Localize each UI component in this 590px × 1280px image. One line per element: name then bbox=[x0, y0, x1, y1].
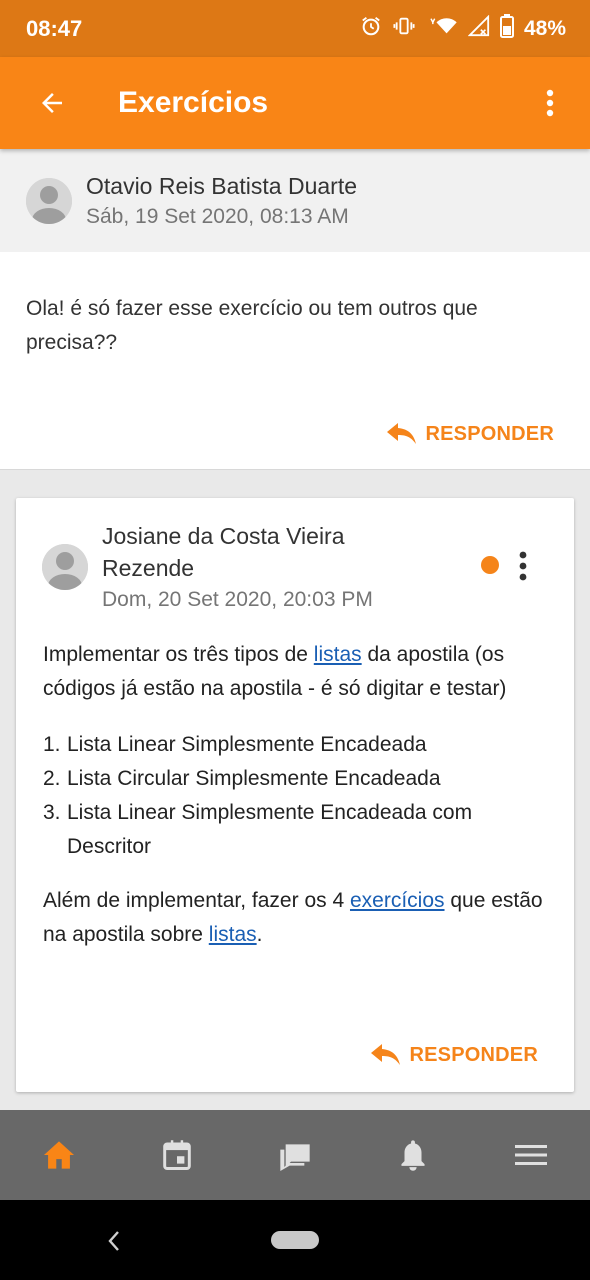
list-item: 1. Lista Linear Simplesmente Encadeada bbox=[43, 733, 427, 756]
avatar bbox=[26, 177, 72, 224]
status-bar: 08:47 48% bbox=[0, 0, 590, 57]
post-options-button[interactable] bbox=[510, 546, 536, 586]
arrow-back-icon bbox=[42, 93, 62, 113]
back-button[interactable] bbox=[24, 75, 80, 131]
listas-link[interactable]: listas bbox=[209, 923, 257, 946]
post-message: Ola! é só fazer esse exercício ou tem ou… bbox=[26, 297, 478, 354]
reply-post-card: Josiane da Costa Vieira Rezende Dom, 20 … bbox=[16, 498, 574, 1092]
reply-icon bbox=[386, 423, 416, 444]
wifi-icon bbox=[426, 15, 458, 42]
home-icon bbox=[44, 1141, 74, 1169]
reply-label: RESPONDER bbox=[425, 422, 554, 445]
outro-text: Além de implementar, fazer os 4 bbox=[43, 889, 350, 912]
exercicios-link[interactable]: exercícios bbox=[350, 889, 445, 912]
signal-icon bbox=[467, 14, 490, 42]
outro-text-end: . bbox=[256, 923, 263, 946]
system-home-pill[interactable] bbox=[271, 1231, 319, 1249]
app-bar: Exercícios bbox=[0, 57, 590, 149]
more-vert-icon bbox=[519, 551, 527, 581]
list-item: 3. Lista Linear Simplesmente Encadeada co… bbox=[43, 801, 473, 858]
alarm-icon bbox=[360, 15, 382, 42]
status-time: 08:47 bbox=[26, 15, 83, 41]
reply-icon bbox=[370, 1044, 400, 1065]
avatar bbox=[42, 544, 88, 590]
more-vert-icon bbox=[546, 89, 554, 117]
reply-button[interactable]: RESPONDER bbox=[386, 421, 555, 447]
battery-percentage: 48% bbox=[523, 16, 566, 40]
status-icons: 48% bbox=[360, 14, 566, 43]
reply-button[interactable]: RESPONDER bbox=[370, 1042, 539, 1068]
system-back-button[interactable] bbox=[104, 1226, 124, 1256]
overflow-menu-button[interactable] bbox=[526, 75, 574, 131]
notifications-icon bbox=[401, 1140, 425, 1171]
post-author[interactable]: Otavio Reis Batista Duarte bbox=[86, 171, 357, 201]
nav-messages[interactable] bbox=[255, 1120, 335, 1190]
post-outro-paragraph: Além de implementar, fazer os 4 exercíci… bbox=[43, 884, 553, 952]
nav-more[interactable] bbox=[491, 1120, 571, 1190]
reply-label: RESPONDER bbox=[409, 1043, 538, 1066]
calendar-icon bbox=[163, 1140, 191, 1171]
list-item: 2. Lista Circular Simplesmente Encadeada bbox=[43, 767, 441, 790]
forum-icon bbox=[280, 1144, 310, 1171]
bottom-navigation bbox=[0, 1110, 590, 1200]
post-author[interactable]: Josiane da Costa Vieira Rezende bbox=[102, 520, 442, 584]
nav-notifications[interactable] bbox=[373, 1120, 453, 1190]
unread-indicator bbox=[481, 556, 499, 574]
page-title: Exercícios bbox=[118, 86, 269, 119]
intro-text: Implementar os três tipos de bbox=[43, 643, 314, 666]
exercise-list: 1. Lista Linear Simplesmente Encadeada 2.… bbox=[43, 728, 553, 864]
post-intro-paragraph: Implementar os três tipos de listas da a… bbox=[43, 638, 553, 706]
first-post-header: Otavio Reis Batista Duarte Sáb, 19 Set 2… bbox=[0, 149, 590, 252]
battery-icon bbox=[499, 14, 514, 43]
first-post-body: Ola! é só fazer esse exercício ou tem ou… bbox=[0, 252, 590, 470]
chevron-left-icon bbox=[108, 1231, 119, 1251]
reply-post-header: Josiane da Costa Vieira Rezende Dom, 20 … bbox=[42, 520, 552, 614]
nav-calendar[interactable] bbox=[137, 1120, 217, 1190]
post-content: Implementar os três tipos de listas da a… bbox=[43, 638, 553, 952]
vibrate-icon bbox=[392, 15, 416, 42]
post-author-line2: Rezende bbox=[102, 555, 195, 581]
listas-link[interactable]: listas bbox=[314, 643, 362, 666]
system-navigation-bar bbox=[0, 1200, 590, 1280]
post-date: Sáb, 19 Set 2020, 08:13 AM bbox=[86, 204, 349, 228]
menu-icon bbox=[515, 1145, 547, 1165]
nav-home[interactable] bbox=[19, 1120, 99, 1190]
post-date: Dom, 20 Set 2020, 20:03 PM bbox=[102, 588, 373, 611]
post-author-line1: Josiane da Costa Vieira bbox=[102, 523, 345, 549]
